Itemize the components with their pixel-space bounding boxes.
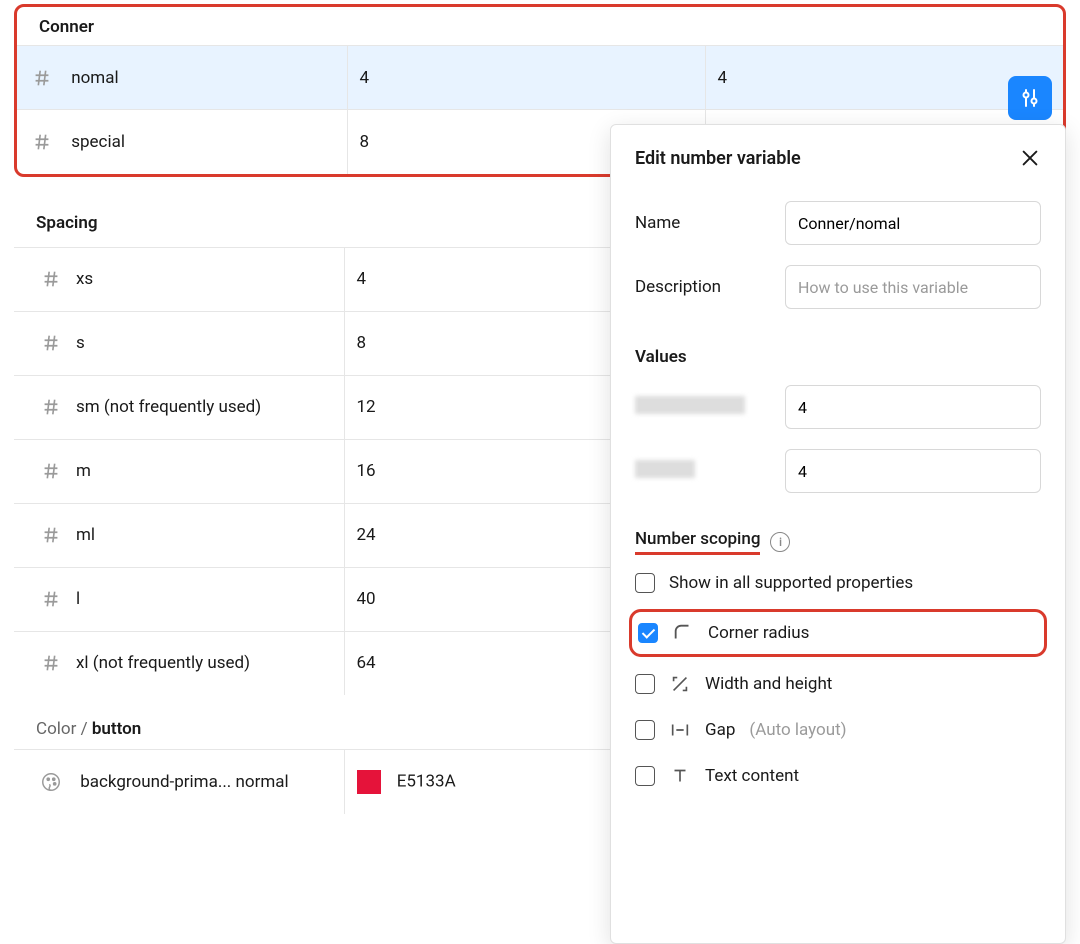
scoping-heading: Number scoping i xyxy=(611,503,1065,561)
color-icon xyxy=(40,771,62,793)
color-swatch xyxy=(357,770,381,794)
checkbox[interactable] xyxy=(635,766,655,786)
number-icon xyxy=(40,460,62,482)
checkbox[interactable] xyxy=(635,674,655,694)
gap-icon xyxy=(669,719,691,741)
number-icon xyxy=(40,652,62,674)
scope-all[interactable]: Show in all supported properties xyxy=(611,561,1065,605)
value-input-2[interactable] xyxy=(785,449,1041,493)
var-name: special xyxy=(71,132,125,152)
edit-variable-panel: Edit number variable Name Description Va… xyxy=(610,124,1066,944)
scope-text-content[interactable]: Text content xyxy=(611,753,1065,799)
scope-gap[interactable]: Gap (Auto layout) xyxy=(611,707,1065,753)
description-label: Description xyxy=(635,277,785,297)
scope-label: Text content xyxy=(705,766,799,786)
number-icon xyxy=(40,396,62,418)
var-name: background-prima... normal xyxy=(80,772,288,792)
number-icon xyxy=(40,588,62,610)
var-name: nomal xyxy=(71,68,118,88)
var-name: ml xyxy=(76,525,95,545)
scope-corner-radius[interactable]: Corner radius xyxy=(632,612,1044,654)
corner-radius-icon xyxy=(672,622,694,644)
scoping-label: Number scoping xyxy=(635,529,760,555)
number-icon xyxy=(31,67,53,89)
scope-label: Gap xyxy=(705,720,735,740)
scope-hint: (Auto layout) xyxy=(749,720,846,740)
table-row[interactable]: nomal 4 4 xyxy=(17,46,1063,110)
number-icon xyxy=(31,131,53,153)
mode-label-1 xyxy=(635,396,785,419)
scope-label: Show in all supported properties xyxy=(669,573,913,593)
corner-heading: Conner xyxy=(17,7,1063,45)
resize-icon xyxy=(669,673,691,695)
color-hex: E5133A xyxy=(397,771,456,791)
info-icon[interactable]: i xyxy=(770,532,790,552)
var-name: xl (not frequently used) xyxy=(76,653,250,673)
description-input[interactable] xyxy=(785,265,1041,309)
number-icon xyxy=(40,268,62,290)
var-name: m xyxy=(76,461,91,481)
var-name: xs xyxy=(76,269,93,289)
checkbox[interactable] xyxy=(635,573,655,593)
var-name: sm (not frequently used) xyxy=(76,397,261,417)
scope-width-height[interactable]: Width and height xyxy=(611,661,1065,707)
scope-label: Corner radius xyxy=(708,623,809,643)
color-prefix: Color / xyxy=(36,719,88,739)
color-group-name: button xyxy=(92,719,141,739)
name-input[interactable] xyxy=(785,201,1041,245)
var-name: s xyxy=(76,333,85,353)
checkbox[interactable] xyxy=(635,720,655,740)
panel-title: Edit number variable xyxy=(635,148,801,169)
value-input-1[interactable] xyxy=(785,385,1041,429)
text-icon xyxy=(669,765,691,787)
close-icon[interactable] xyxy=(1019,147,1041,169)
number-icon xyxy=(40,332,62,354)
mode-label-2 xyxy=(635,460,785,483)
var-name: l xyxy=(76,589,80,609)
checkbox[interactable] xyxy=(638,623,658,643)
edit-variable-button[interactable] xyxy=(1008,76,1052,120)
var-value-1[interactable]: 4 xyxy=(347,46,705,110)
scope-corner-highlight: Corner radius xyxy=(629,609,1047,657)
scope-label: Width and height xyxy=(705,674,832,694)
name-label: Name xyxy=(635,213,785,233)
values-heading: Values xyxy=(611,319,1065,375)
number-icon xyxy=(40,524,62,546)
